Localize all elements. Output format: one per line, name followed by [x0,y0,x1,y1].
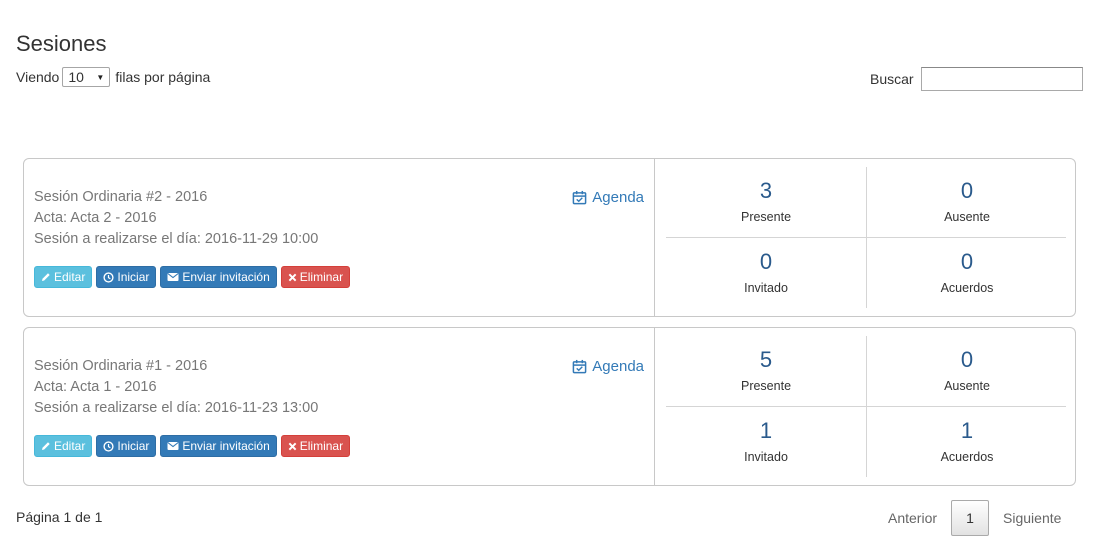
agenda-label: Agenda [592,189,644,206]
calendar-check-icon [572,359,587,374]
previous-page-button[interactable]: Anterior [874,510,951,526]
delete-button-label: Eliminar [299,439,344,453]
rows-per-page-control: Viendo 10 ▼ filas por página [16,67,210,87]
stats-divider-horizontal [666,237,1066,238]
stat-label: Presente [740,379,792,393]
stat-value: 5 [759,347,773,372]
session-actions: Editar Iniciar Enviar invitación Elimina… [34,435,354,457]
stats-divider-horizontal [666,406,1066,407]
rows-per-page-select[interactable]: 10 ▼ [62,67,111,87]
session-title: Sesión Ordinaria #2 - 2016 [34,189,208,205]
edit-button[interactable]: Editar [34,266,93,288]
session-stats-panel: 5 Presente 0 Ausente 1 Invitado 1 Acuerd… [656,328,1075,485]
stat-invitado: 0 Invitado [666,238,866,309]
start-button-label: Iniciar [117,270,150,284]
stat-acuerdos: 1 Acuerdos [867,407,1067,478]
page-number-button[interactable]: 1 [951,500,990,536]
chevron-down-icon: ▼ [96,72,105,82]
agenda-link[interactable]: Agenda [572,189,644,206]
stat-label: Ausente [944,379,990,393]
pagination: Anterior 1 Siguiente [874,500,1075,536]
envelope-icon [167,273,179,281]
rows-per-page-value: 10 [68,69,84,85]
stat-value: 3 [759,178,773,203]
agenda-link[interactable]: Agenda [572,358,644,375]
close-icon [288,442,297,450]
rows-per-page-suffix: filas por página [115,69,211,85]
stat-value: 1 [960,418,974,443]
send-invitation-button[interactable]: Enviar invitación [160,266,277,288]
stat-invitado: 1 Invitado [666,407,866,478]
session-card: Sesión Ordinaria #2 - 2016 Acta: Acta 2 … [23,158,1076,317]
close-icon [288,273,297,281]
stat-label: Ausente [944,210,990,224]
session-info-panel: Sesión Ordinaria #2 - 2016 Acta: Acta 2 … [24,159,655,316]
clock-icon [103,440,114,452]
pencil-icon [42,442,50,450]
edit-button-label: Editar [54,439,86,453]
stat-label: Invitado [744,281,788,295]
stat-label: Invitado [744,450,788,464]
session-date: Sesión a realizarse el día: 2016-11-29 1… [34,231,319,247]
search-label: Buscar [870,71,914,87]
envelope-icon [167,442,179,450]
session-card: Sesión Ordinaria #1 - 2016 Acta: Acta 1 … [23,327,1076,486]
pagination-info: Página 1 de 1 [16,509,103,525]
clock-icon [103,271,114,283]
stat-label: Acuerdos [940,450,994,464]
stat-label: Presente [740,210,792,224]
session-actions: Editar Iniciar Enviar invitación Elimina… [34,266,354,288]
session-title: Sesión Ordinaria #1 - 2016 [34,358,208,374]
send-invitation-button-label: Enviar invitación [182,270,270,284]
session-stats-panel: 3 Presente 0 Ausente 0 Invitado 0 Acuerd… [656,159,1075,316]
start-button[interactable]: Iniciar [96,435,157,457]
search-control: Buscar [870,67,1083,91]
calendar-check-icon [572,190,587,205]
stat-presente: 3 Presente [666,167,866,238]
send-invitation-button-label: Enviar invitación [182,439,270,453]
stat-value: 0 [960,347,974,372]
stat-value: 0 [960,249,974,274]
delete-button[interactable]: Eliminar [280,435,351,457]
stat-value: 1 [759,418,773,443]
delete-button[interactable]: Eliminar [280,266,351,288]
edit-button[interactable]: Editar [34,435,93,457]
rows-per-page-prefix: Viendo [16,69,60,85]
delete-button-label: Eliminar [299,270,344,284]
session-acta: Acta: Acta 1 - 2016 [34,379,157,395]
stat-ausente: 0 Ausente [867,336,1067,407]
agenda-label: Agenda [592,358,644,375]
stat-value: 0 [759,249,773,274]
stat-ausente: 0 Ausente [867,167,1067,238]
stat-presente: 5 Presente [666,336,866,407]
session-info-panel: Sesión Ordinaria #1 - 2016 Acta: Acta 1 … [24,328,655,485]
send-invitation-button[interactable]: Enviar invitación [160,435,277,457]
stat-label: Acuerdos [940,281,994,295]
next-page-button[interactable]: Siguiente [989,510,1075,526]
stat-value: 0 [960,178,974,203]
start-button[interactable]: Iniciar [96,266,157,288]
search-input[interactable] [920,67,1083,91]
session-acta: Acta: Acta 2 - 2016 [34,210,157,226]
session-date: Sesión a realizarse el día: 2016-11-23 1… [34,400,319,416]
stat-acuerdos: 0 Acuerdos [867,238,1067,309]
start-button-label: Iniciar [117,439,150,453]
edit-button-label: Editar [54,270,86,284]
pencil-icon [42,273,50,281]
page-title: Sesiones [16,31,107,56]
